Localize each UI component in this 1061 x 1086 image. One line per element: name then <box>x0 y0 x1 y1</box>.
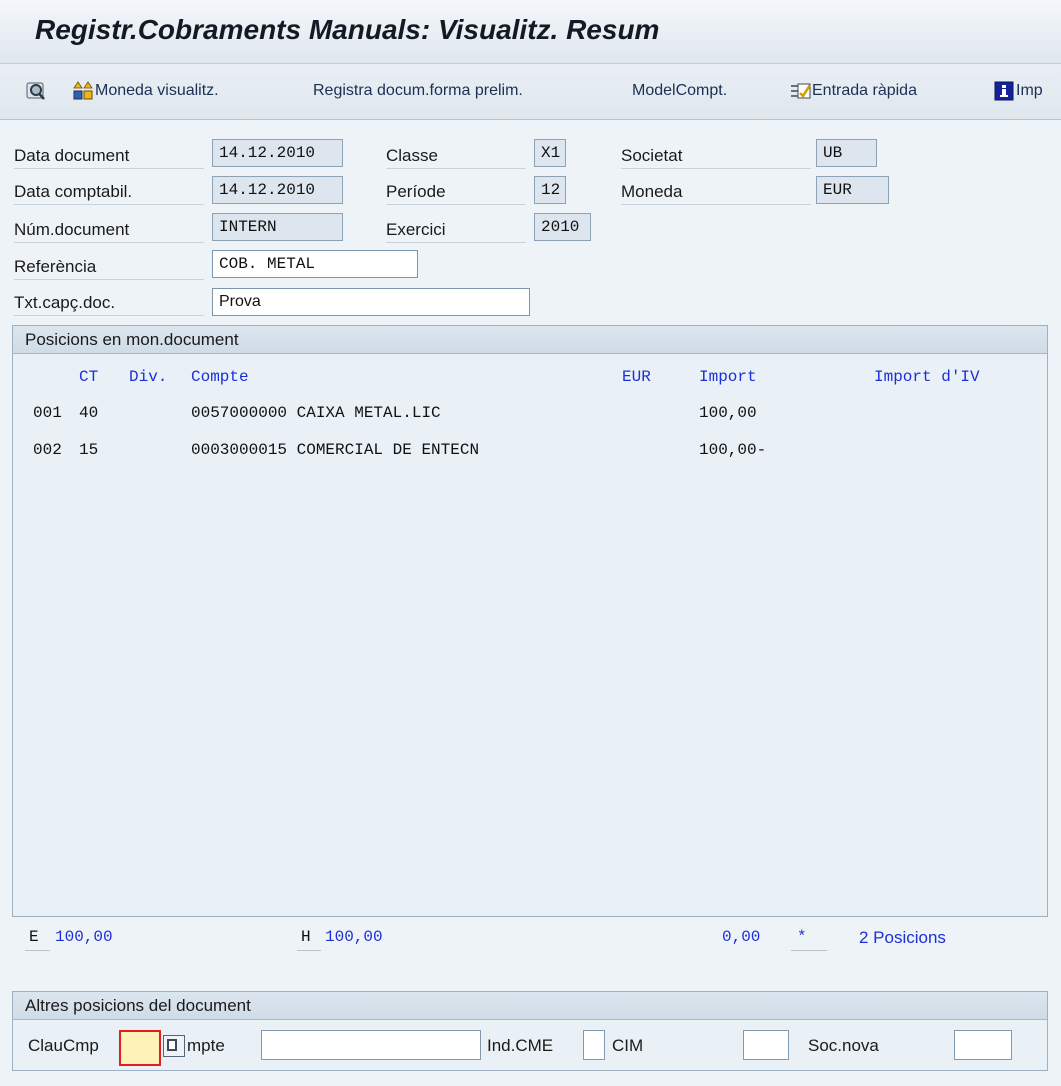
txt-capc-label: Txt.capç.doc. <box>14 290 204 316</box>
referencia-label: Referència <box>14 254 204 280</box>
ind-cme-field[interactable] <box>583 1030 605 1060</box>
positions-count: 2 Posicions <box>859 928 946 947</box>
info-icon <box>994 81 1014 101</box>
currency-display-button[interactable]: Moneda visualitz. <box>73 79 219 103</box>
col-header-div[interactable]: Div. <box>129 368 167 386</box>
search-help-icon <box>167 1039 177 1051</box>
title-bar: Registr.Cobraments Manuals: Visualitz. R… <box>0 0 1061 64</box>
classe-field[interactable]: X1 <box>534 139 566 167</box>
row-1-pos[interactable]: 001 <box>33 404 62 422</box>
num-document-field[interactable]: INTERN <box>212 213 343 241</box>
search-help-button[interactable] <box>163 1035 185 1057</box>
col-header-import-iva[interactable]: Import d'IV <box>874 368 980 386</box>
park-document-button[interactable]: Registra docum.forma prelim. <box>313 79 523 103</box>
col-header-ct[interactable]: CT <box>79 368 98 386</box>
other-positions-title: Altres posicions del document <box>13 992 1047 1020</box>
balance-value: 0,00 <box>722 928 761 946</box>
periode-label: Període <box>386 179 526 205</box>
import-label: Imp <box>1016 82 1043 99</box>
row-1-import[interactable]: 100,00 <box>699 404 757 422</box>
row-1-compte[interactable]: 0057000000 CAIXA METAL.LIC <box>191 404 441 422</box>
soc-nova-field[interactable] <box>954 1030 1012 1060</box>
positions-panel-title: Posicions en mon.document <box>13 326 1047 354</box>
total-debit-label: E <box>29 928 39 946</box>
park-document-label: Registra docum.forma prelim. <box>313 82 523 99</box>
soc-nova-label: Soc.nova <box>808 1036 879 1055</box>
currency-display-label: Moneda visualitz. <box>95 82 219 99</box>
referencia-field[interactable]: COB. METAL <box>212 250 418 278</box>
periode-field[interactable]: 12 <box>534 176 566 204</box>
balance-status: * <box>797 928 807 946</box>
row-2-pos[interactable]: 002 <box>33 441 62 459</box>
compte-label: mpte <box>187 1036 225 1055</box>
data-comptabil-field[interactable]: 14.12.2010 <box>212 176 343 204</box>
moneda-label: Moneda <box>621 179 811 205</box>
other-positions-panel: Altres posicions del document <box>12 991 1048 1071</box>
societat-label: Societat <box>621 143 811 169</box>
total-debit-value: 100,00 <box>55 928 113 946</box>
total-credit-label: H <box>301 928 311 946</box>
positions-panel: Posicions en mon.document <box>12 325 1048 917</box>
fast-entry-button[interactable]: Entrada ràpida <box>790 79 917 103</box>
account-model-button[interactable]: ModelCompt. <box>632 79 727 103</box>
cim-label: CIM <box>612 1036 644 1055</box>
fast-entry-icon <box>790 81 812 101</box>
import-button[interactable]: Imp <box>994 79 1043 103</box>
window-title: Registr.Cobraments Manuals: Visualitz. R… <box>35 14 660 45</box>
row-2-import[interactable]: 100,00- <box>699 441 766 459</box>
cim-field[interactable] <box>743 1030 789 1060</box>
ind-cme-label: Ind.CME <box>487 1036 554 1055</box>
data-document-label: Data document <box>14 143 204 169</box>
balance-status-underline <box>791 950 827 951</box>
row-2-compte[interactable]: 0003000015 COMERCIAL DE ENTECN <box>191 441 479 459</box>
fast-entry-label: Entrada ràpida <box>812 82 917 99</box>
currency-toggle-icon <box>73 81 93 101</box>
compte-field[interactable] <box>261 1030 481 1060</box>
moneda-field[interactable]: EUR <box>816 176 889 204</box>
account-model-label: ModelCompt. <box>632 82 728 99</box>
display-button[interactable] <box>26 79 48 103</box>
claucmp-field[interactable] <box>119 1030 161 1066</box>
application-toolbar: Moneda visualitz. Registra docum.forma p… <box>0 64 1061 120</box>
exercici-field[interactable]: 2010 <box>534 213 591 241</box>
total-credit-value: 100,00 <box>325 928 383 946</box>
row-2-ct[interactable]: 15 <box>79 441 98 459</box>
col-header-compte[interactable]: Compte <box>191 368 249 386</box>
claucmp-label: ClauCmp <box>28 1036 99 1055</box>
num-document-label: Núm.document <box>14 217 204 243</box>
display-magnifier-icon <box>26 81 46 101</box>
col-header-eur[interactable]: EUR <box>622 368 651 386</box>
total-credit-underline <box>297 950 321 951</box>
row-1-ct[interactable]: 40 <box>79 404 98 422</box>
txt-capc-field[interactable]: Prova <box>212 288 530 316</box>
societat-field[interactable]: UB <box>816 139 877 167</box>
col-header-import[interactable]: Import <box>699 368 757 386</box>
exercici-label: Exercici <box>386 217 526 243</box>
data-document-field[interactable]: 14.12.2010 <box>212 139 343 167</box>
classe-label: Classe <box>386 143 526 169</box>
total-debit-underline <box>25 950 50 951</box>
data-comptabil-label: Data comptabil. <box>14 179 204 205</box>
